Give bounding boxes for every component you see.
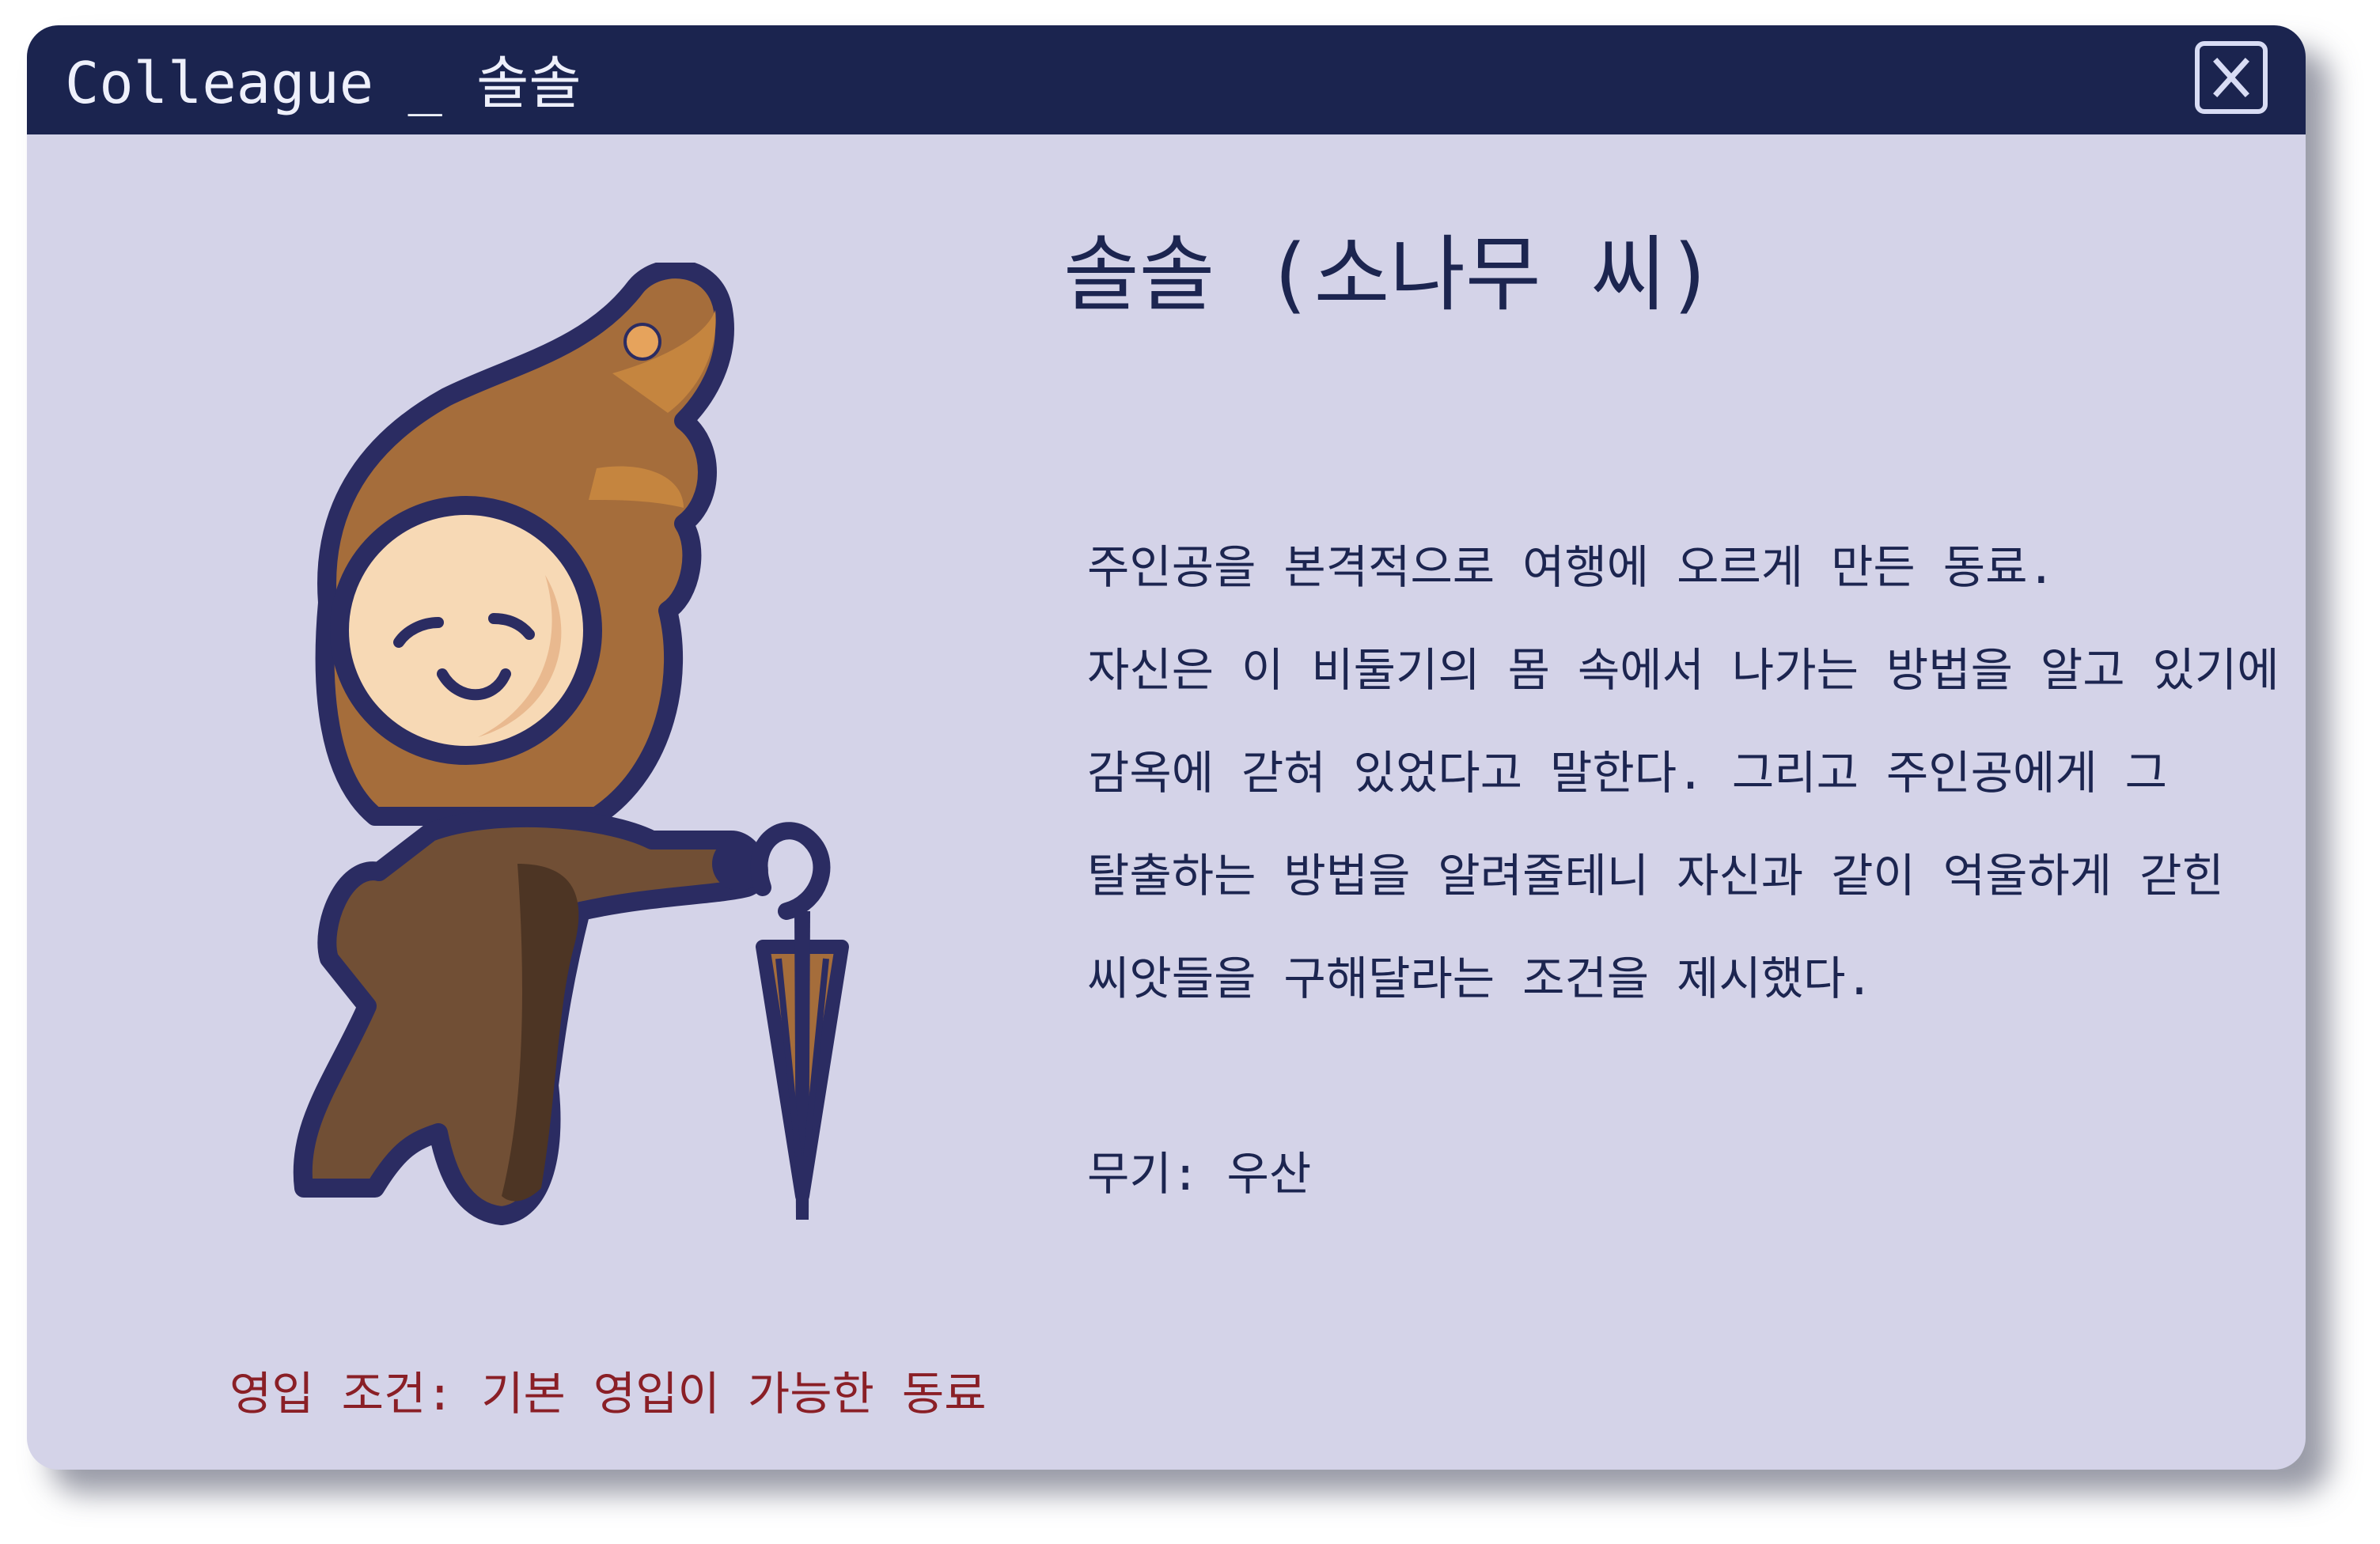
description-line: 자신은 이 비둘기의 몸 속에서 나가는 방법을 알고 있기에 [1087, 643, 2280, 697]
description-line: 주인공을 본격적으로 여행에 오르게 만든 동료. [1087, 540, 2056, 594]
character-portrait [293, 263, 849, 1225]
character-name: 솔솔 (소나무 씨) [1063, 226, 1716, 323]
weapon-info: 무기: 우산 [1087, 1147, 1312, 1201]
title-bar: Colleague _ 솔솔 [27, 25, 2306, 134]
description-line: 씨앗들을 구해달라는 조건을 제시했다. [1087, 952, 1874, 1005]
description-line: 감옥에 갇혀 있었다고 말한다. 그리고 주인공에게 그 [1087, 746, 2167, 800]
close-button[interactable] [2195, 41, 2268, 114]
recruit-condition: 영입 조건: 기본 영입이 가능한 동료 [229, 1367, 987, 1421]
close-icon [2213, 58, 2249, 97]
colleague-window: Colleague _ 솔솔 솔솔 (소나무 씨) 주인공을 본격적으로 여행에… [27, 25, 2306, 1470]
window-title: Colleague _ 솔솔 [65, 50, 582, 116]
character-description: 주인공을 본격적으로 여행에 오르게 만든 동료. 자신은 이 비둘기의 몸 속… [1087, 516, 2306, 1030]
description-line: 탈출하는 방법을 알려줄테니 자신과 같이 억울하게 갇힌 [1087, 849, 2224, 903]
